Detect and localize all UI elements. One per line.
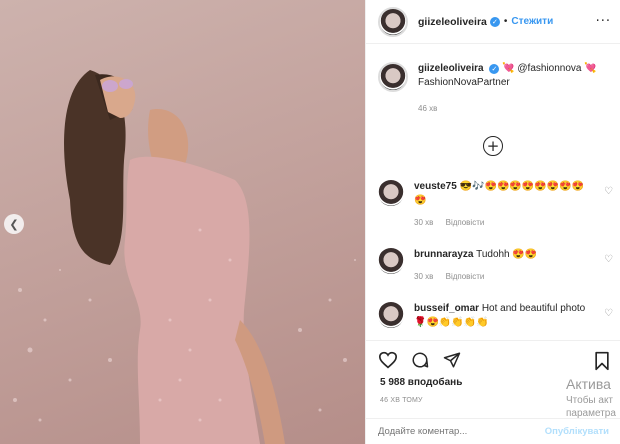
author-avatar[interactable]: [378, 6, 408, 37]
comment-username[interactable]: brunnarayza: [414, 249, 473, 260]
reply-button[interactable]: Відповісти: [446, 272, 485, 281]
action-icons: [378, 351, 474, 369]
comment-input[interactable]: [378, 426, 545, 437]
comment-like-heart-icon[interactable]: ♡: [604, 186, 613, 197]
comment-body: veuste75 😎🎶😍😍😍😍😍😍😍😍😍 30 хв Відповісти: [414, 180, 594, 230]
previous-photo-button[interactable]: ❮: [4, 214, 24, 234]
post-side-panel: giizeleoliveira ✓ • Стежити ··· giizeleo…: [365, 0, 620, 444]
caption-tag: FashionNovaPartner: [418, 77, 510, 88]
comment-meta: 30 хв Відповісти: [414, 270, 594, 284]
comment-composer: Опублікувати: [366, 418, 620, 444]
comment-username[interactable]: veuste75: [414, 181, 457, 192]
comment-icon[interactable]: [410, 351, 430, 369]
comment-like-heart-icon[interactable]: ♡: [604, 308, 613, 319]
comment-item: busseif_omar Hot and beautiful photo 🌹😍👏…: [378, 302, 613, 330]
watermark-line: Чтобы акт: [566, 395, 614, 406]
load-more-comments-button[interactable]: +: [483, 136, 503, 156]
reply-button[interactable]: Відповісти: [446, 218, 485, 227]
comment-item: veuste75 😎🎶😍😍😍😍😍😍😍😍😍 30 хв Відповісти ♡: [378, 180, 613, 230]
commenter-avatar[interactable]: [378, 302, 404, 328]
post-header: giizeleoliveira ✓ • Стежити ···: [366, 0, 620, 44]
comment-username[interactable]: busseif_omar: [414, 303, 479, 314]
verified-badge-icon: ✓: [489, 16, 500, 27]
caption-body: giizeleoliveira ✓ 💘 @fashionnova 💘 Fashi…: [418, 62, 597, 116]
comment-time: 30 хв: [414, 218, 434, 227]
post-caption: giizeleoliveira ✓ 💘 @fashionnova 💘 Fashi…: [378, 62, 608, 116]
comment-body: busseif_omar Hot and beautiful photo 🌹😍👏…: [414, 302, 594, 330]
post-photo[interactable]: ❮: [0, 0, 365, 444]
comment-text: Tudohh 😍😍: [476, 249, 538, 260]
follow-button[interactable]: Стежити: [511, 16, 553, 27]
instagram-post-view: ❮ giizeleoliveira ✓ • Стежити ··· giizel…: [0, 0, 620, 444]
comment-like-heart-icon[interactable]: ♡: [604, 254, 613, 265]
comment-item: brunnarayza Tudohh 😍😍 30 хв Відповісти ♡: [378, 248, 613, 284]
comment-body: brunnarayza Tudohh 😍😍 30 хв Відповісти: [414, 248, 594, 284]
caption-text: 💘 @fashionnova 💘: [502, 63, 597, 74]
watermark-title: Актива: [566, 376, 611, 392]
publish-button[interactable]: Опублікувати: [545, 426, 609, 437]
post-timestamp: 46 ХВ ТОМУ: [380, 397, 423, 404]
chevron-left-icon: ❮: [9, 217, 19, 231]
comment-time: 30 хв: [414, 272, 434, 281]
share-icon[interactable]: [442, 351, 462, 369]
caption-username[interactable]: giizeleoliveira: [418, 63, 484, 74]
commenter-avatar[interactable]: [378, 248, 404, 274]
separator-dot: •: [503, 16, 508, 27]
likes-count[interactable]: 5 988 вподобань: [380, 377, 462, 388]
watermark-text: Чтобы акт параметра: [566, 394, 616, 420]
photo-illustration: [13, 70, 356, 444]
verified-badge-icon: ✓: [489, 64, 500, 74]
bookmark-icon[interactable]: [593, 351, 611, 371]
more-options-icon[interactable]: ···: [596, 14, 611, 29]
commenter-avatar[interactable]: [378, 180, 404, 206]
comment-meta: 30 хв Відповісти: [414, 216, 594, 230]
caption-time: 46 хв: [418, 104, 438, 113]
caption-avatar[interactable]: [378, 62, 408, 92]
heart-icon[interactable]: [378, 351, 398, 369]
author-username[interactable]: giizeleoliveira: [418, 16, 487, 28]
